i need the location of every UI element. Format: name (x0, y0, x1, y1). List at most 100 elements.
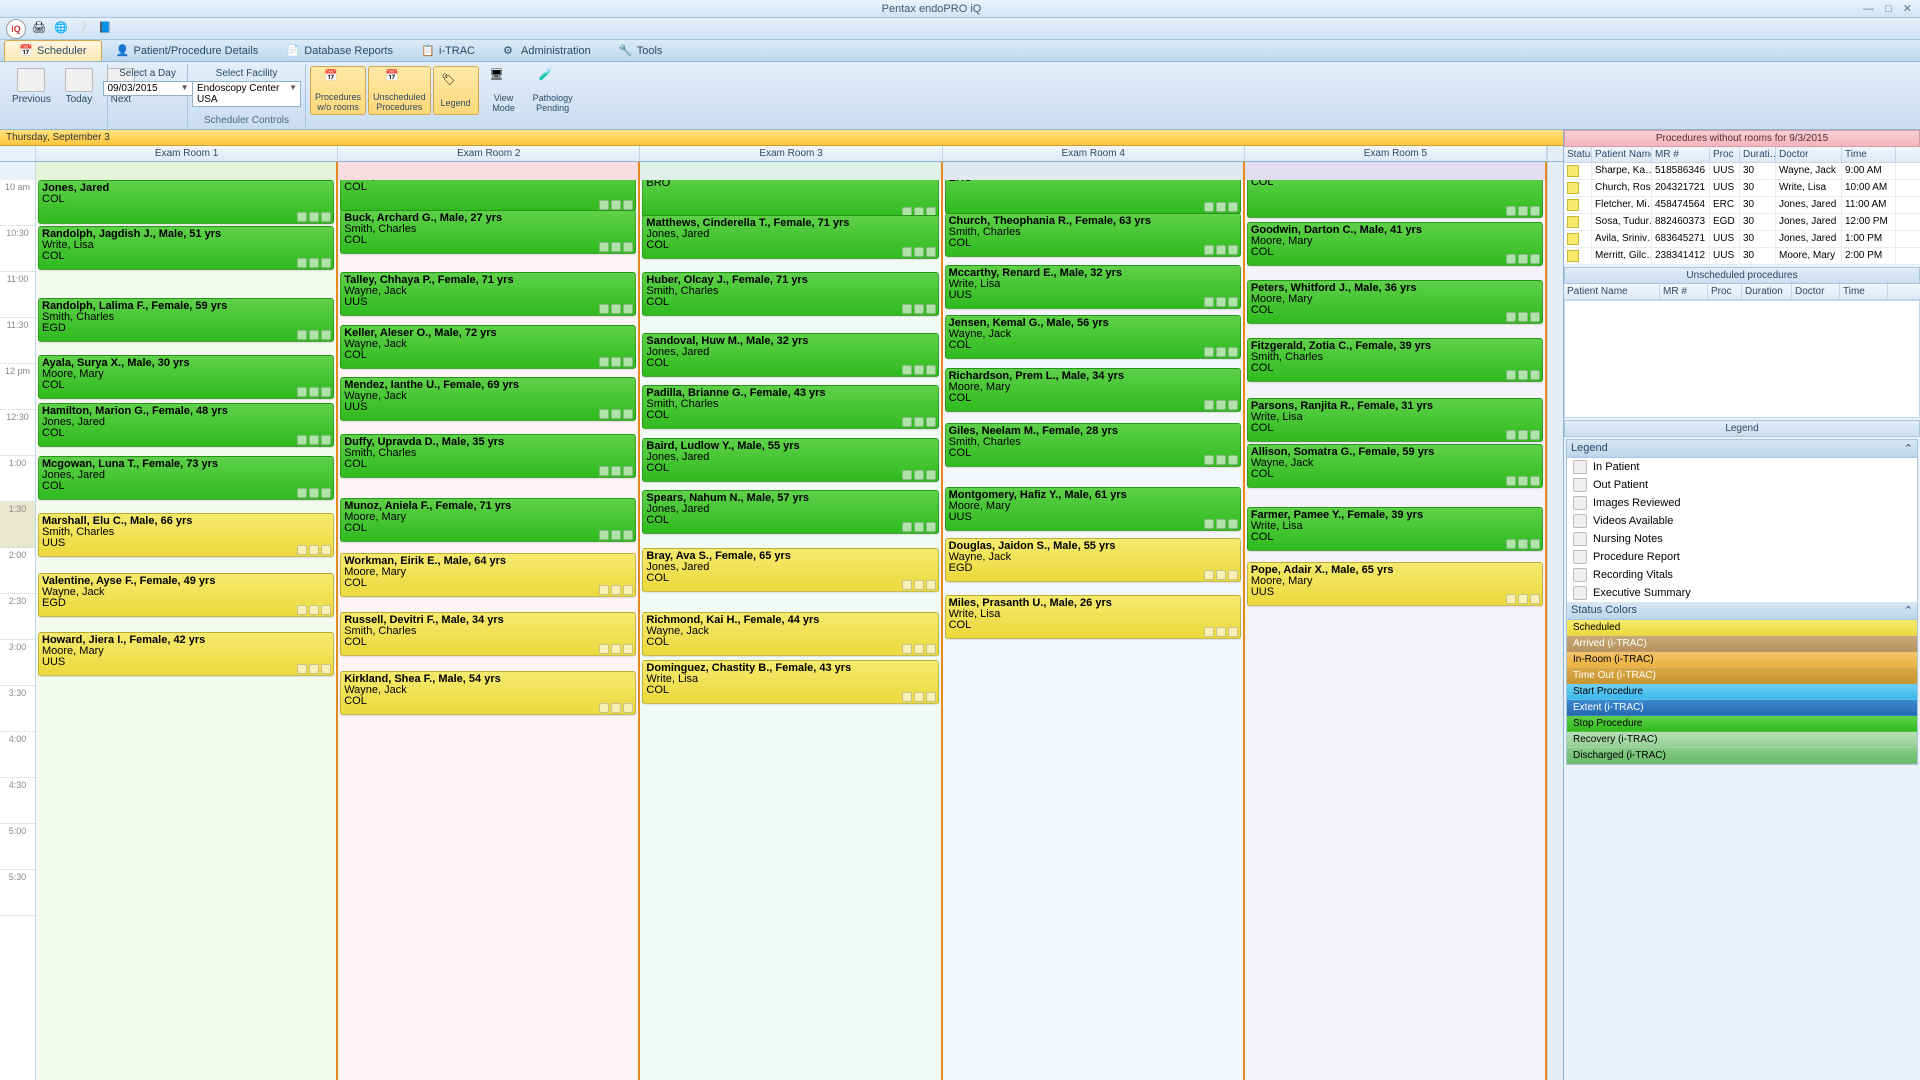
column-header[interactable]: Duration (1742, 284, 1792, 299)
tab-database-reports[interactable]: 📄Database Reports (272, 41, 407, 61)
view-mode-button[interactable]: 🖥View Mode (481, 66, 527, 115)
table-row[interactable]: Merritt, Gilc…238341412UUS30Moore, Mary2… (1564, 248, 1920, 265)
appointment[interactable]: Randolph, Jagdish J., Male, 51 yrsWrite,… (38, 226, 334, 270)
appointment[interactable]: Fitzgerald, Zotia C., Female, 39 yrsSmit… (1247, 338, 1543, 382)
print-icon[interactable]: 🖨 (32, 21, 48, 37)
appointment[interactable]: Parsons, Ranjita R., Female, 31 yrsWrite… (1247, 398, 1543, 442)
appointment[interactable]: Richmond, Kai H., Female, 44 yrsWayne, J… (642, 612, 938, 656)
scheduler-grid[interactable]: 10 am10:3011:0011:3012 pm12:301:001:302:… (0, 180, 1563, 1080)
status-colors-header[interactable]: Status Colors⌃ (1567, 602, 1917, 620)
minimize-icon[interactable]: — (1859, 3, 1878, 15)
column-header[interactable]: MR # (1652, 147, 1710, 162)
appointment[interactable]: Montgomery, Hafiz Y., Male, 61 yrsMoore,… (945, 487, 1241, 531)
appointment[interactable]: Padilla, Brianne G., Female, 43 yrsSmith… (642, 385, 938, 429)
globe-icon[interactable]: 🌐 (54, 21, 70, 37)
appointment[interactable]: Kirkland, Shea F., Male, 54 yrsWayne, Ja… (340, 671, 636, 715)
appointment[interactable]: Matthews, Cinderella T., Female, 71 yrsJ… (642, 215, 938, 259)
room-column[interactable]: Write, LisaCOLBuck, Archard G., Male, 27… (338, 180, 640, 1080)
unscheduled-procedures-button[interactable]: 📅Unscheduled Procedures (368, 66, 431, 115)
table-row[interactable]: Sosa, Tudur…882460373EGD30Jones, Jared12… (1564, 214, 1920, 231)
tab-scheduler[interactable]: 📅Scheduler (4, 40, 102, 61)
appointment[interactable]: Giles, Neelam M., Female, 28 yrsSmith, C… (945, 423, 1241, 467)
column-header[interactable]: Proc (1708, 284, 1742, 299)
appointment[interactable]: Church, Theophania R., Female, 63 yrsSmi… (945, 213, 1241, 257)
tab-patient-details[interactable]: 👤Patient/Procedure Details (102, 41, 273, 61)
appointment[interactable]: Bray, Ava S., Female, 65 yrsJones, Jared… (642, 548, 938, 592)
room-column[interactable]: COL Goodwin, Darton C., Male, 41 yrsMoore… (1245, 180, 1547, 1080)
column-header[interactable]: Doctor (1792, 284, 1840, 299)
pathology-pending-button[interactable]: 🧪Pathology Pending (529, 66, 577, 115)
column-header[interactable]: Doctor (1776, 147, 1842, 162)
table-row[interactable]: Sharpe, Ka…518586346UUS30Wayne, Jack9:00… (1564, 163, 1920, 180)
table-row[interactable]: Fletcher, Mi…458474564ERC30Jones, Jared1… (1564, 197, 1920, 214)
appointment[interactable]: ERC (945, 180, 1241, 214)
manual-icon[interactable]: 📘 (98, 21, 114, 37)
appointment[interactable]: BRO (642, 180, 938, 219)
close-icon[interactable]: ✕ (1899, 3, 1916, 15)
appointment[interactable]: Write, LisaCOL (340, 180, 636, 212)
appointment[interactable]: Spears, Nahum N., Male, 57 yrsJones, Jar… (642, 490, 938, 534)
appointment[interactable]: Talley, Chhaya P., Female, 71 yrsWayne, … (340, 272, 636, 316)
room-column[interactable]: Jones, JaredCOLRandolph, Jagdish J., Mal… (36, 180, 338, 1080)
appointment[interactable]: Mccarthy, Renard E., Male, 32 yrsWrite, … (945, 265, 1241, 309)
today-button[interactable]: Today (59, 66, 99, 107)
unscheduled-grid[interactable] (1564, 300, 1920, 418)
tab-itrac[interactable]: 📋i-TRAC (407, 41, 489, 61)
appointment[interactable]: Farmer, Pamee Y., Female, 39 yrsWrite, L… (1247, 507, 1543, 551)
appointment[interactable]: Duffy, Upravda D., Male, 35 yrsSmith, Ch… (340, 434, 636, 478)
table-row[interactable]: Avila, Sriniv…683645271UUS30Jones, Jared… (1564, 231, 1920, 248)
appointment[interactable]: Miles, Prasanth U., Male, 26 yrsWrite, L… (945, 595, 1241, 639)
appointment[interactable]: Howard, Jiera I., Female, 42 yrsMoore, M… (38, 632, 334, 676)
appointment[interactable]: Mendez, Ianthe U., Female, 69 yrsWayne, … (340, 377, 636, 421)
room-header[interactable]: Exam Room 5 (1245, 146, 1547, 161)
appointment[interactable]: Russell, Devitri F., Male, 34 yrsSmith, … (340, 612, 636, 656)
tab-admin[interactable]: ⚙Administration (489, 41, 605, 61)
column-header[interactable]: MR # (1660, 284, 1708, 299)
appointment[interactable]: Buck, Archard G., Male, 27 yrsSmith, Cha… (340, 210, 636, 254)
appointment[interactable]: Randolph, Lalima F., Female, 59 yrsSmith… (38, 298, 334, 342)
legend-button[interactable]: 🏷Legend (433, 66, 479, 115)
appointment[interactable]: Sandoval, Huw M., Male, 32 yrsJones, Jar… (642, 333, 938, 377)
appointment[interactable]: Goodwin, Darton C., Male, 41 yrsMoore, M… (1247, 222, 1543, 266)
appointment[interactable]: Munoz, Aniela F., Female, 71 yrsMoore, M… (340, 498, 636, 542)
room-column[interactable]: ERCChurch, Theophania R., Female, 63 yrs… (943, 180, 1245, 1080)
no-rooms-grid[interactable]: Sharpe, Ka…518586346UUS30Wayne, Jack9:00… (1564, 163, 1920, 265)
room-header[interactable]: Exam Room 3 (640, 146, 942, 161)
appointment[interactable]: Jones, JaredCOL (38, 180, 334, 224)
appointment[interactable]: Huber, Olcay J., Female, 71 yrsSmith, Ch… (642, 272, 938, 316)
appointment[interactable]: Keller, Aleser O., Male, 72 yrsWayne, Ja… (340, 325, 636, 369)
previous-button[interactable]: Previous (6, 66, 57, 107)
appointment[interactable]: Marshall, Elu C., Male, 66 yrsSmith, Cha… (38, 513, 334, 557)
table-row[interactable]: Church, Ros…204321721UUS30Write, Lisa10:… (1564, 180, 1920, 197)
help-icon[interactable]: ❔ (76, 21, 92, 37)
legend-section-header[interactable]: Legend⌃ (1567, 440, 1917, 458)
appointment[interactable]: Peters, Whitford J., Male, 36 yrsMoore, … (1247, 280, 1543, 324)
appointment[interactable]: Mcgowan, Luna T., Female, 73 yrsJones, J… (38, 456, 334, 500)
column-header[interactable]: Patient Name (1564, 284, 1660, 299)
maximize-icon[interactable]: □ (1881, 3, 1896, 15)
appointment[interactable]: Douglas, Jaidon S., Male, 55 yrsWayne, J… (945, 538, 1241, 582)
room-column[interactable]: BROMatthews, Cinderella T., Female, 71 y… (640, 180, 942, 1080)
procedures-no-rooms-button[interactable]: 📅Procedures w/o rooms (310, 66, 366, 115)
appointment[interactable]: Ayala, Surya X., Male, 30 yrsMoore, Mary… (38, 355, 334, 399)
appointment[interactable]: Jensen, Kemal G., Male, 56 yrsWayne, Jac… (945, 315, 1241, 359)
column-header[interactable]: Time (1842, 147, 1896, 162)
room-header[interactable]: Exam Room 1 (36, 146, 338, 161)
app-logo-icon[interactable]: iQ (6, 19, 26, 39)
select-facility-dropdown[interactable]: Endoscopy Center USA (192, 81, 301, 107)
column-header[interactable]: Proc (1710, 147, 1740, 162)
appointment[interactable]: Workman, Eirik E., Male, 64 yrsMoore, Ma… (340, 553, 636, 597)
tab-tools[interactable]: 🔧Tools (605, 41, 677, 61)
appointment[interactable]: Hamilton, Marion G., Female, 48 yrsJones… (38, 403, 334, 447)
appointment[interactable]: COL (1247, 180, 1543, 218)
column-header[interactable]: Durati… (1740, 147, 1776, 162)
room-header[interactable]: Exam Room 4 (943, 146, 1245, 161)
appointment[interactable]: Pope, Adair X., Male, 65 yrsMoore, MaryU… (1247, 562, 1543, 606)
column-header[interactable]: Time (1840, 284, 1888, 299)
appointment[interactable]: Valentine, Ayse F., Female, 49 yrsWayne,… (38, 573, 334, 617)
appointment[interactable]: Richardson, Prem L., Male, 34 yrsMoore, … (945, 368, 1241, 412)
appointment[interactable]: Dominguez, Chastity B., Female, 43 yrsWr… (642, 660, 938, 704)
vertical-scrollbar[interactable] (1547, 180, 1563, 1080)
appointment[interactable]: Baird, Ludlow Y., Male, 55 yrsJones, Jar… (642, 438, 938, 482)
select-day-dropdown[interactable]: 09/03/2015 (103, 81, 193, 96)
